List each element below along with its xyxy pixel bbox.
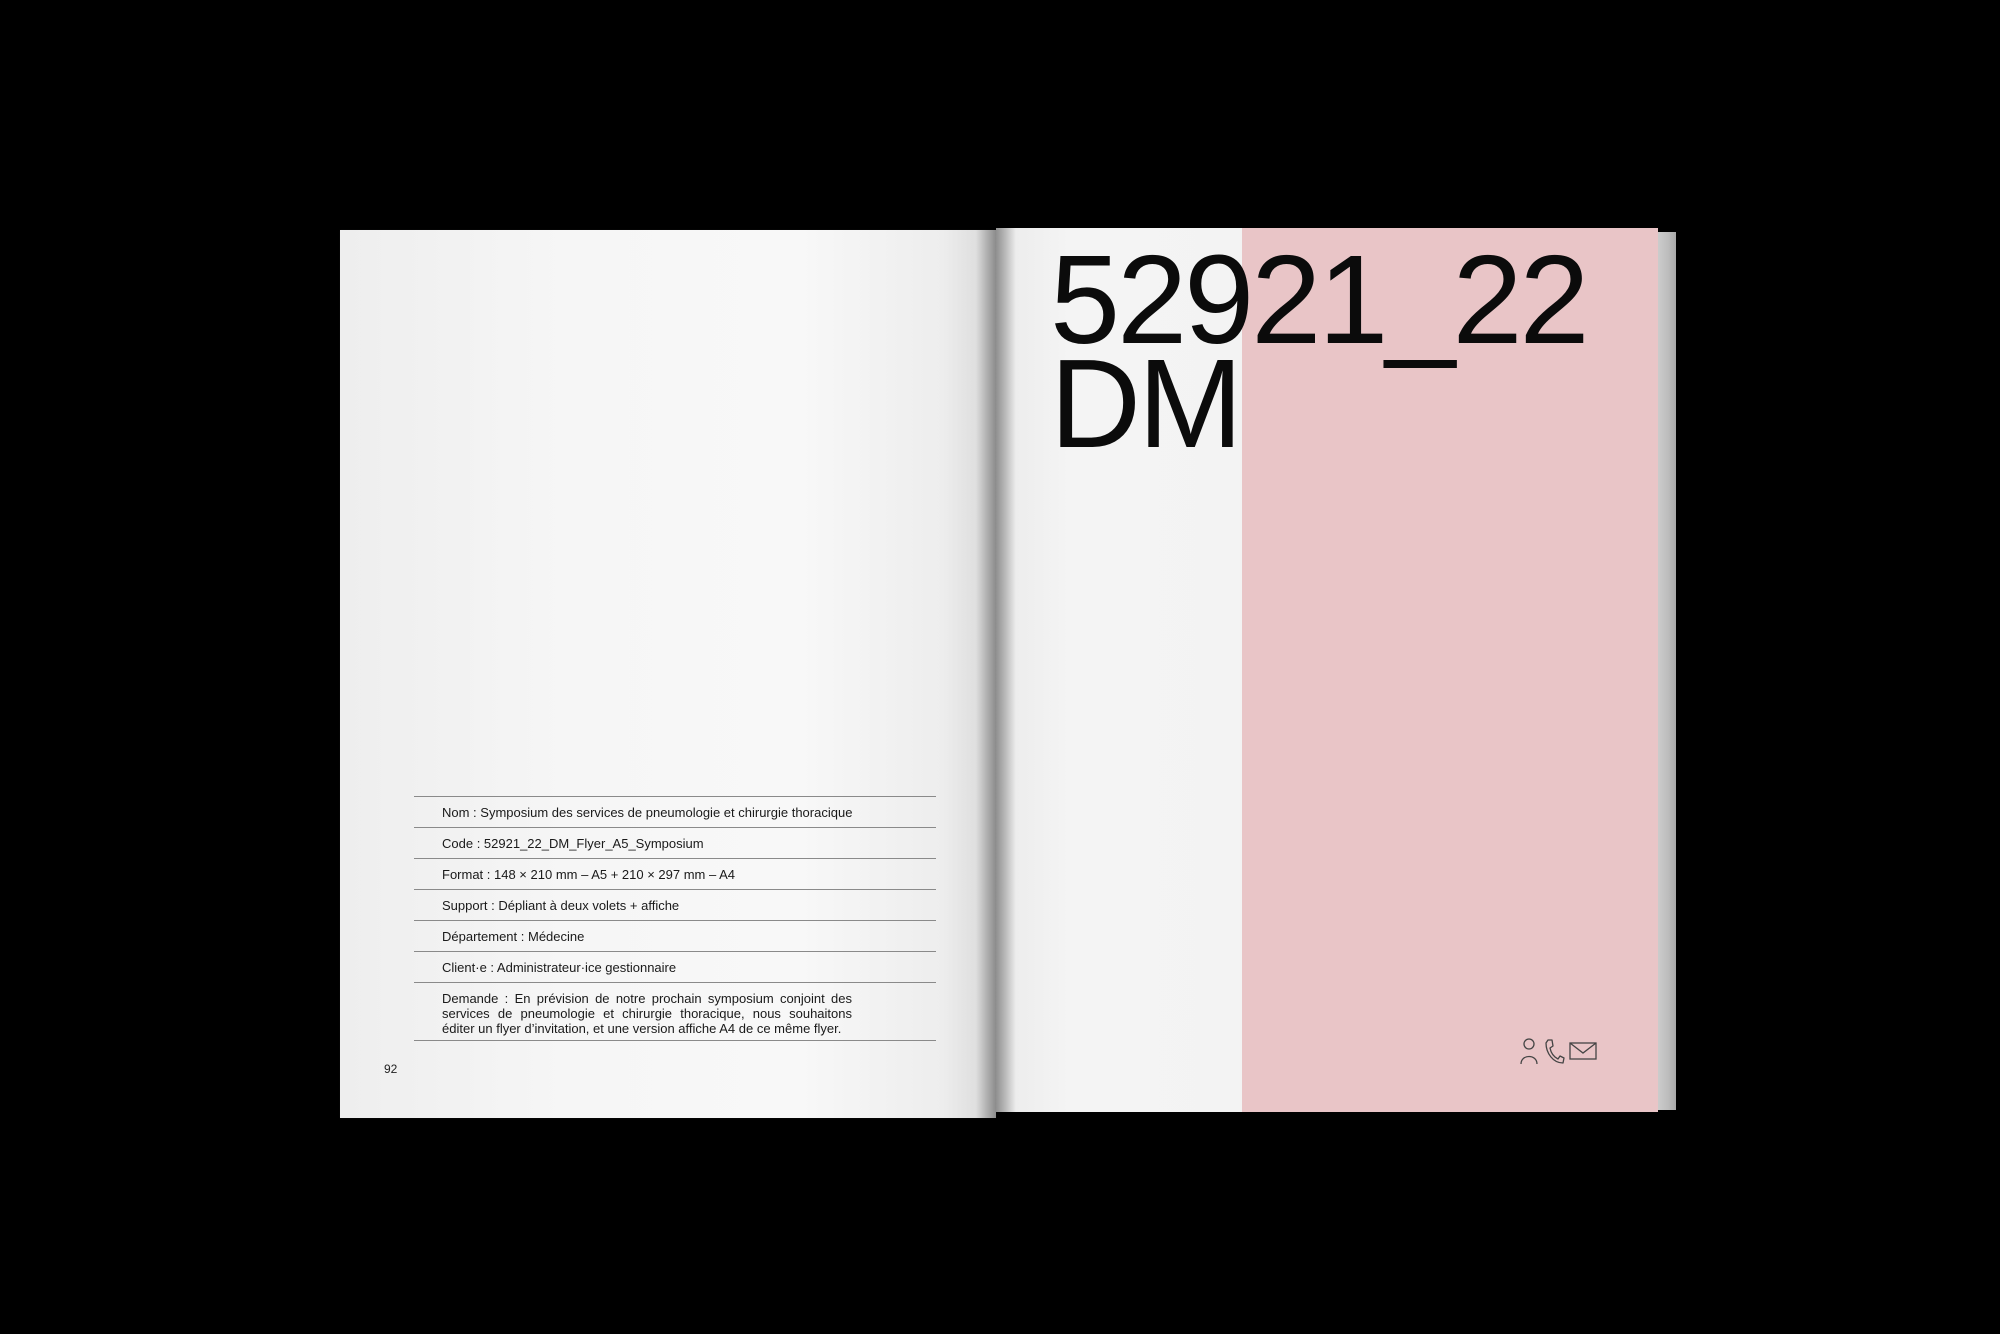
info-row-name: Nom : Symposium des services de pneumolo… [414, 796, 936, 827]
phone-icon [1543, 1037, 1565, 1065]
info-row-support: Support : Dépliant à deux volets + affic… [414, 889, 936, 920]
info-row-request: Demande : En prévision de notre prochain… [414, 982, 936, 1041]
book-spread: 52921_22 DM Nom : Symposium des services… [0, 0, 2000, 1334]
project-title: 52921_22 DM [1050, 237, 1590, 467]
person-icon [1519, 1037, 1539, 1065]
contact-icons [1519, 1036, 1597, 1066]
project-info-table: Nom : Symposium des services de pneumolo… [414, 796, 936, 1041]
info-row-code: Code : 52921_22_DM_Flyer_A5_Symposium [414, 827, 936, 858]
info-row-department: Département : Médecine [414, 920, 936, 951]
info-row-client: Client·e : Administrateur·ice gestionnai… [414, 951, 936, 982]
mail-icon [1569, 1041, 1597, 1061]
info-row-format: Format : 148 × 210 mm – A5 + 210 × 297 m… [414, 858, 936, 889]
page-edges [1656, 232, 1676, 1110]
page-number: 92 [384, 1062, 398, 1076]
